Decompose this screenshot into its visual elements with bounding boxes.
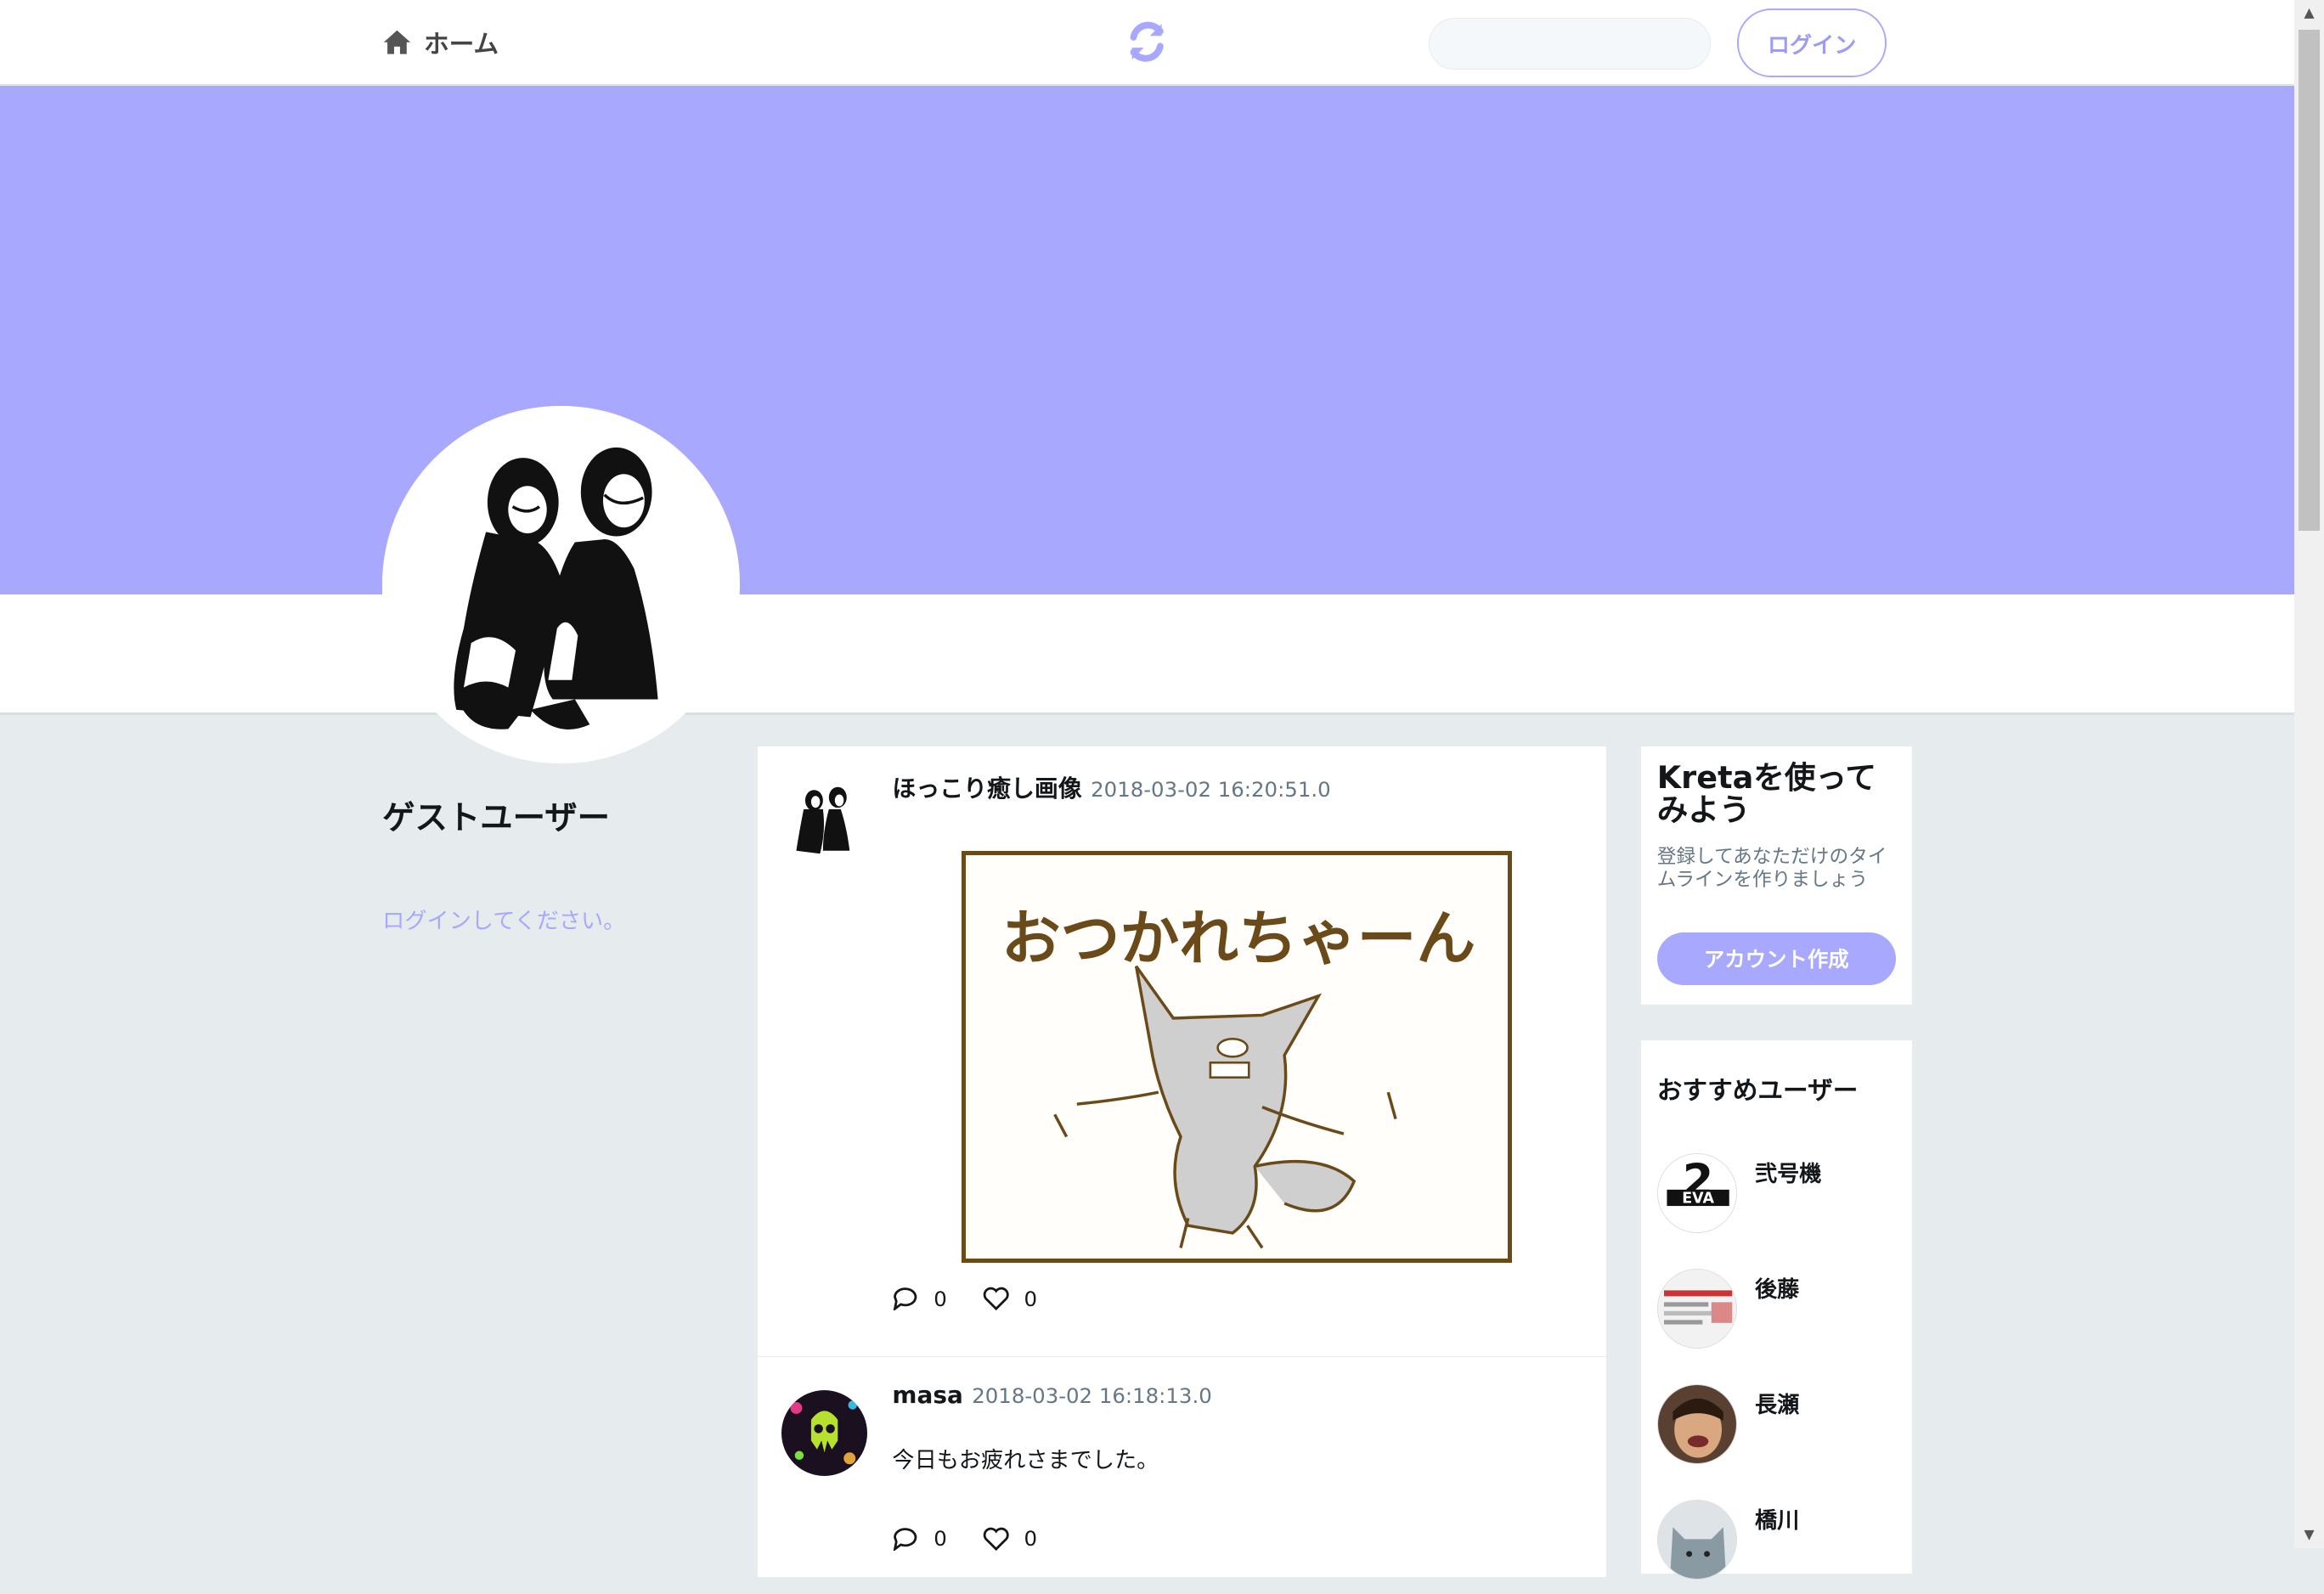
post-username[interactable]: masa (892, 1381, 962, 1409)
scroll-up-icon[interactable]: ▲ (2300, 4, 2318, 22)
user-name[interactable]: 弐号機 (1755, 1156, 1821, 1188)
login-button[interactable]: ログイン (1737, 8, 1887, 77)
reply-count: 0 (934, 1286, 947, 1311)
post-body: 今日もお疲れさまでした。 (892, 1447, 1159, 1473)
recommended-users-card: おすすめユーザー 2 EVA 弐号機 後藤 長瀬 橋川 (1640, 1039, 1912, 1580)
user-name[interactable]: 長瀬 (1755, 1387, 1799, 1419)
face-photo-icon (1657, 1384, 1737, 1463)
scroll-down-icon[interactable]: ▼ (2300, 1526, 2318, 1544)
profile-name: ゲストユーザー (382, 798, 611, 837)
signup-card: Kretaを使ってみよう 登録してあなただけのタイムラインを作りましょう アカウ… (1640, 746, 1912, 1005)
login-prompt-link[interactable]: ログインしてください。 (382, 903, 625, 935)
image-caption: おつかれちゃーん (1001, 904, 1475, 973)
heart-icon[interactable] (983, 1527, 1009, 1551)
user-name[interactable]: 橋川 (1755, 1502, 1799, 1535)
post-author-avatar[interactable] (781, 779, 867, 865)
search-input[interactable] (1429, 17, 1711, 70)
like-count: 0 (1024, 1526, 1038, 1552)
svg-text:EVA: EVA (1682, 1190, 1714, 1207)
scroll-thumb[interactable] (2299, 29, 2320, 531)
post-username[interactable]: ほっこり癒し画像 (892, 770, 1081, 804)
recommended-user[interactable]: 2 EVA 弐号機 (1656, 1152, 1909, 1242)
create-account-button[interactable]: アカウント作成 (1656, 932, 1896, 986)
post-author-avatar[interactable] (781, 1389, 867, 1476)
screenshot-thumbnail-icon (1657, 1269, 1737, 1348)
two-men-silhouette-icon (382, 406, 740, 763)
heart-icon[interactable] (983, 1287, 1009, 1311)
post-image[interactable]: おつかれちゃーん (962, 850, 1512, 1263)
refresh-icon[interactable] (1125, 20, 1169, 64)
user-avatar[interactable] (1656, 1499, 1737, 1580)
post-timestamp: 2018-03-02 16:20:51.0 (1091, 777, 1331, 803)
reply-count: 0 (934, 1526, 947, 1552)
home-link[interactable]: ホーム (382, 24, 499, 60)
user-avatar[interactable] (1656, 1383, 1737, 1464)
profile-avatar (382, 406, 740, 763)
recommended-user[interactable]: 橋川 (1656, 1499, 1909, 1589)
reply-icon[interactable] (892, 1527, 918, 1551)
like-count: 0 (1024, 1286, 1038, 1311)
timeline-post[interactable]: masa 2018-03-02 16:18:13.0 今日もお疲れさまでした。 … (758, 1357, 1607, 1594)
user-avatar[interactable]: 2 EVA (1656, 1152, 1737, 1233)
page-scrollbar[interactable]: ▲ ▼ (2294, 0, 2324, 1549)
home-icon (383, 30, 411, 54)
profile-banner (0, 86, 2295, 594)
user-avatar[interactable] (1656, 1268, 1737, 1349)
recommended-user[interactable]: 長瀬 (1656, 1383, 1909, 1473)
reply-icon[interactable] (892, 1287, 918, 1311)
timeline-post[interactable]: ほっこり癒し画像 2018-03-02 16:20:51.0 おつかれちゃーん … (757, 746, 1607, 1357)
profile-strip (0, 594, 2295, 716)
squid-icon (781, 1389, 867, 1476)
user-name[interactable]: 後藤 (1755, 1271, 1799, 1304)
two-men-silhouette-icon (781, 779, 867, 865)
top-navbar: ホーム ログイン (0, 0, 2295, 86)
signup-card-title: Kretaを使ってみよう (1656, 758, 1876, 829)
home-label: ホーム (424, 28, 499, 59)
eva-02-logo-icon: 2 EVA (1657, 1153, 1737, 1232)
cat-illustration-icon (1657, 1500, 1737, 1580)
timeline: ほっこり癒し画像 2018-03-02 16:20:51.0 おつかれちゃーん … (757, 746, 1607, 1577)
post-timestamp: 2018-03-02 16:18:13.0 (972, 1383, 1212, 1409)
signup-card-subtitle: 登録してあなただけのタイムラインを作りましょう (1656, 846, 1887, 891)
recommended-users-title: おすすめユーザー (1656, 1074, 1859, 1105)
recommended-user[interactable]: 後藤 (1656, 1268, 1909, 1358)
